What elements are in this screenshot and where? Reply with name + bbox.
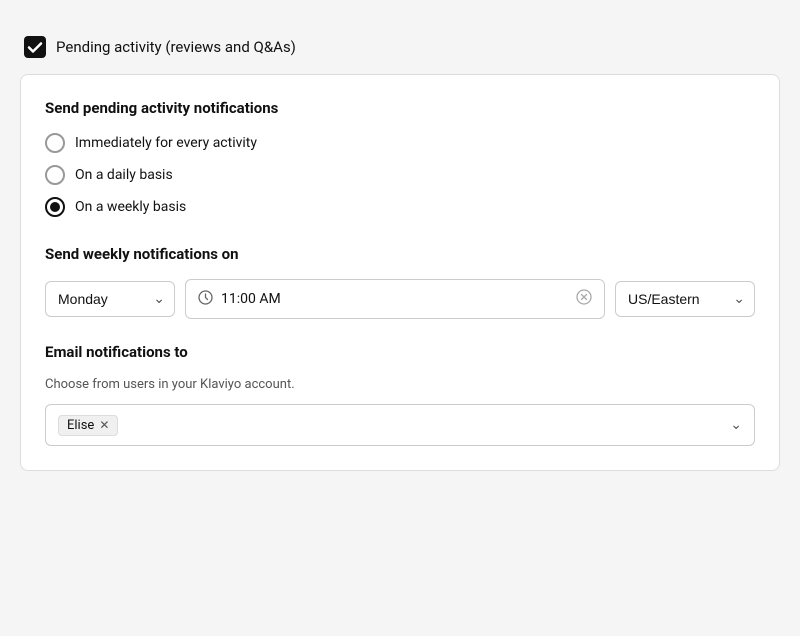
time-input-wrapper[interactable]: 11:00 AM xyxy=(185,279,605,319)
clear-time-icon[interactable] xyxy=(576,289,592,309)
day-select-wrapper: Monday Tuesday Wednesday Thursday Friday… xyxy=(45,281,175,317)
email-section: Email notifications to Choose from users… xyxy=(45,343,755,446)
page-wrapper: Pending activity (reviews and Q&As) Send… xyxy=(20,20,780,487)
radio-circle-immediately xyxy=(45,133,65,153)
email-description: Choose from users in your Klaviyo accoun… xyxy=(45,377,755,392)
time-value: 11:00 AM xyxy=(221,291,568,307)
radio-label-immediately: Immediately for every activity xyxy=(75,135,257,151)
day-select[interactable]: Monday Tuesday Wednesday Thursday Friday… xyxy=(45,281,175,317)
email-tag-name: Elise xyxy=(67,418,94,433)
checked-checkbox-icon xyxy=(24,36,46,58)
timezone-select[interactable]: US/Eastern US/Central US/Mountain US/Pac… xyxy=(615,281,755,317)
timezone-select-wrapper: US/Eastern US/Central US/Mountain US/Pac… xyxy=(615,281,755,317)
email-tag-remove[interactable]: ✕ xyxy=(99,419,109,431)
radio-label-weekly: On a weekly basis xyxy=(75,199,186,215)
radio-immediately[interactable]: Immediately for every activity xyxy=(45,133,755,153)
radio-circle-weekly xyxy=(45,197,65,217)
settings-card: Send pending activity notifications Imme… xyxy=(20,74,780,471)
pending-activity-label: Pending activity (reviews and Q&As) xyxy=(56,38,296,56)
email-tag-elise: Elise ✕ xyxy=(58,415,118,436)
radio-circle-daily xyxy=(45,165,65,185)
email-tags-container: Elise ✕ xyxy=(58,415,118,436)
weekly-notifications-title: Send weekly notifications on xyxy=(45,245,755,263)
send-notifications-title: Send pending activity notifications xyxy=(45,99,755,117)
clock-icon xyxy=(198,290,213,309)
radio-label-daily: On a daily basis xyxy=(75,167,173,183)
notification-frequency-radio-group: Immediately for every activity On a dail… xyxy=(45,133,755,217)
weekly-controls-row: Monday Tuesday Wednesday Thursday Friday… xyxy=(45,279,755,319)
email-notifications-title: Email notifications to xyxy=(45,343,755,361)
pending-activity-checkbox-row[interactable]: Pending activity (reviews and Q&As) xyxy=(20,36,780,58)
radio-weekly[interactable]: On a weekly basis xyxy=(45,197,755,217)
weekly-section: Send weekly notifications on Monday Tues… xyxy=(45,245,755,319)
radio-daily[interactable]: On a daily basis xyxy=(45,165,755,185)
email-dropdown-chevron-icon[interactable]: ⌄ xyxy=(730,417,742,433)
email-input-wrapper[interactable]: Elise ✕ ⌄ xyxy=(45,404,755,446)
